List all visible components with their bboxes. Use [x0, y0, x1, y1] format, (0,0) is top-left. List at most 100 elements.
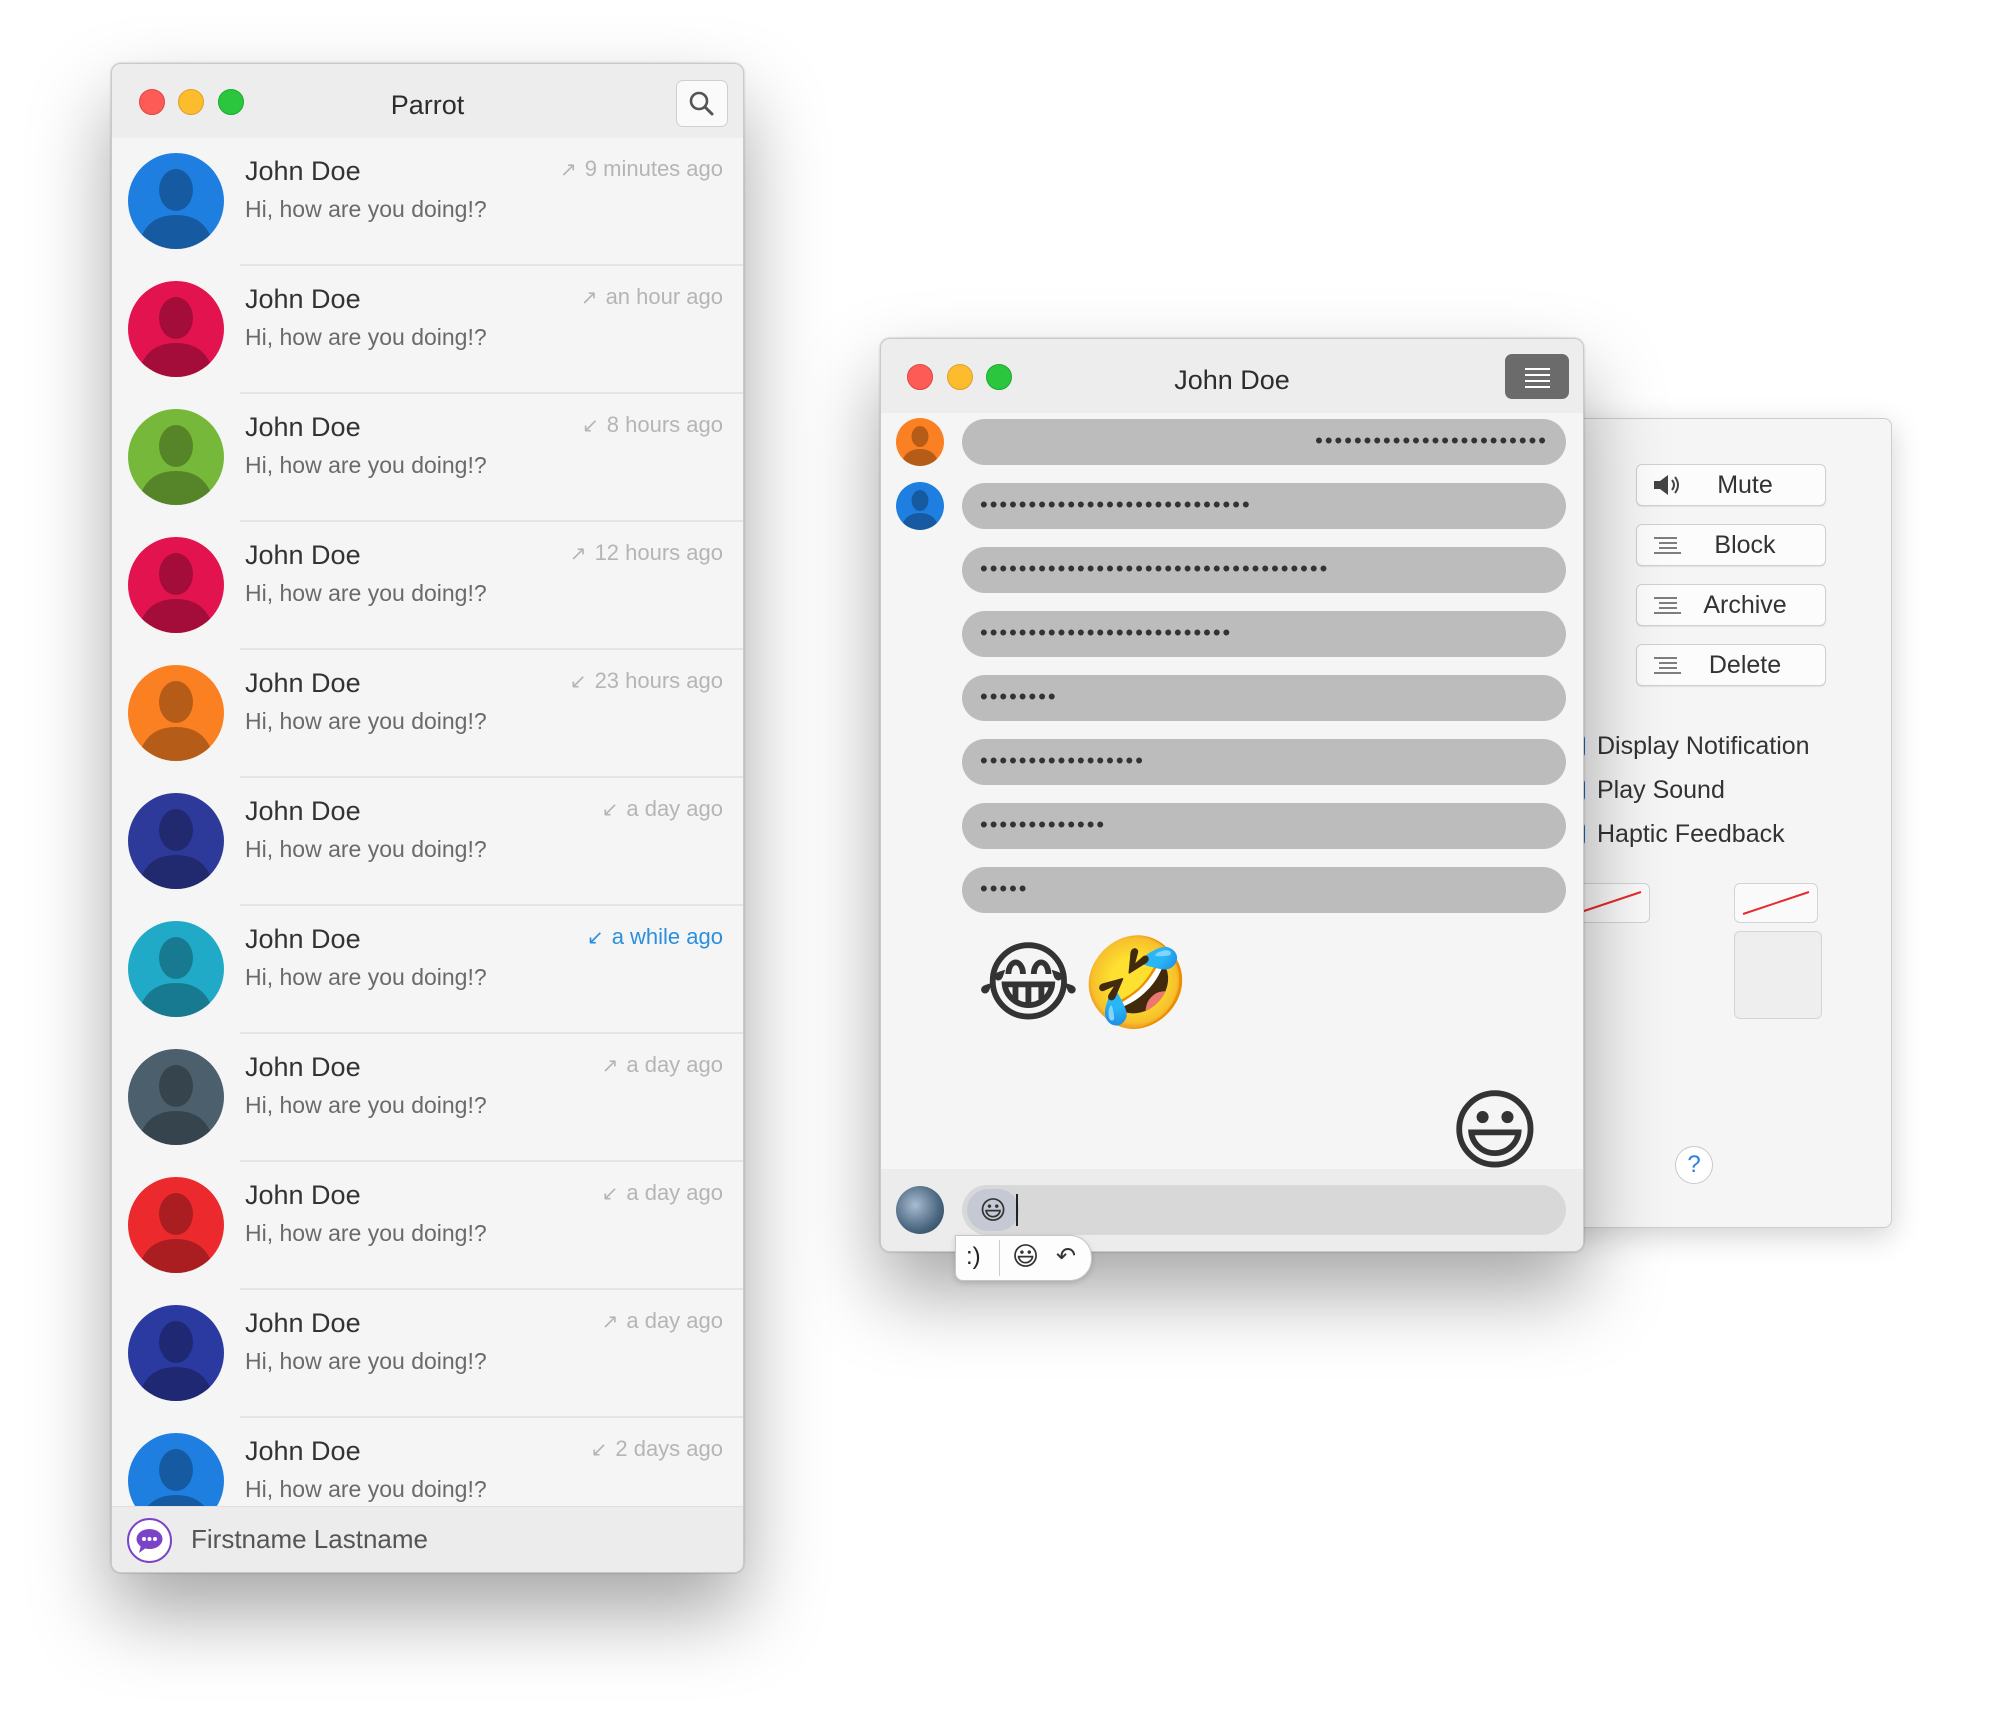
- checkbox-label: Play Sound: [1597, 776, 1725, 804]
- direction-arrow-icon: ↙: [590, 1439, 608, 1461]
- button-label: Delete: [1708, 651, 1782, 679]
- contact-name: John Doe: [245, 1180, 361, 1210]
- hidden-message-text: ••••••••: [980, 684, 1058, 709]
- color-well-2[interactable]: [1734, 883, 1818, 923]
- contact-name: John Doe: [245, 924, 361, 954]
- conversation-row[interactable]: John Doe Hi, how are you doing!? ↗ an hour …: [112, 266, 743, 394]
- timestamp-text: a day ago: [626, 796, 723, 821]
- conversation-settings-panel: Mute Block Archive Delete Display Notificat…: [1550, 418, 1892, 1228]
- message-bubble[interactable]: ••••••••••••••••••••••••: [962, 419, 1566, 465]
- conversation-row[interactable]: John Doe Hi, how are you doing!? ↙ a day ag…: [112, 778, 743, 906]
- conversation-row[interactable]: John Doe Hi, how are you doing!? ↗ a day ag…: [112, 1290, 743, 1418]
- message-bubble[interactable]: ••••••••: [962, 675, 1566, 721]
- avatar: [128, 793, 224, 889]
- avatar: [128, 409, 224, 505]
- timestamp: ↗ an hour ago: [581, 284, 723, 310]
- direction-arrow-icon: ↙: [569, 671, 587, 693]
- timestamp: ↙ 2 days ago: [591, 1436, 723, 1462]
- timestamp: ↗ a day ago: [602, 1308, 723, 1334]
- mute-button[interactable]: Mute: [1636, 464, 1826, 506]
- contact-name: John Doe: [245, 796, 361, 826]
- input-emoji-token: 😃: [967, 1189, 1019, 1231]
- contact-name: John Doe: [245, 540, 361, 570]
- timestamp: ↗ 12 hours ago: [570, 540, 723, 566]
- timestamp: ↙ a day ago: [602, 796, 723, 822]
- image-well[interactable]: [1734, 931, 1822, 1019]
- contact-name: John Doe: [245, 1308, 361, 1338]
- timestamp: ↙ 23 hours ago: [570, 668, 723, 694]
- conversation-row[interactable]: John Doe Hi, how are you doing!? ↙ 23 hours…: [112, 650, 743, 778]
- search-button[interactable]: [676, 80, 728, 127]
- message-input[interactable]: 😃: [962, 1185, 1566, 1235]
- text-caret: [1016, 1194, 1018, 1226]
- contact-name: John Doe: [245, 284, 361, 314]
- conversation-row[interactable]: John Doe Hi, how are you doing!? ↙ a while …: [112, 906, 743, 1034]
- message-bubble[interactable]: •••••: [962, 867, 1566, 913]
- direction-arrow-icon: ↙: [586, 927, 604, 949]
- message-preview: Hi, how are you doing!?: [245, 1476, 487, 1502]
- message-bubble[interactable]: ••••••••••••••••••••••••••••: [962, 483, 1566, 529]
- message-preview: Hi, how are you doing!?: [245, 708, 487, 734]
- timestamp-text: a day ago: [626, 1308, 723, 1333]
- menu-button[interactable]: [1505, 354, 1569, 399]
- avatar: [128, 537, 224, 633]
- conversation-row[interactable]: John Doe Hi, how are you doing!? ↗ 12 hours…: [112, 522, 743, 650]
- message-preview: Hi, how are you doing!?: [245, 1348, 487, 1374]
- undo-icon[interactable]: ↶: [1056, 1242, 1076, 1271]
- conversation-row[interactable]: John Doe Hi, how are you doing!? ↙ 8 hours …: [112, 394, 743, 522]
- list-titlebar: Parrot: [112, 64, 743, 138]
- timestamp: ↗ a day ago: [602, 1052, 723, 1078]
- help-button[interactable]: ?: [1675, 1146, 1713, 1184]
- avatar: [128, 153, 224, 249]
- timestamp: ↙ a day ago: [602, 1180, 723, 1206]
- direction-arrow-icon: ↙: [601, 1183, 619, 1205]
- direction-arrow-icon: ↗: [560, 159, 577, 181]
- button-label: Mute: [1717, 471, 1773, 499]
- conversation-row[interactable]: John Doe Hi, how are you doing!? ↗ a day ag…: [112, 1034, 743, 1162]
- sender-avatar: [896, 418, 944, 466]
- conversation-row[interactable]: John Doe Hi, how are you doing!? ↙ a day ag…: [112, 1162, 743, 1290]
- chat-titlebar: John Doe: [881, 339, 1583, 413]
- hidden-message-text: ••••••••••••••••••••••••••: [980, 620, 1233, 645]
- archive-button[interactable]: Archive: [1636, 584, 1826, 626]
- delete-button[interactable]: Delete: [1636, 644, 1826, 686]
- hidden-message-text: ••••••••••••••••••••••••: [1315, 428, 1548, 453]
- account-footer[interactable]: Firstname Lastname: [112, 1506, 743, 1572]
- emoji-message: 😂: [977, 931, 1080, 1034]
- button-label: Archive: [1703, 591, 1787, 619]
- original-text[interactable]: :): [966, 1243, 981, 1271]
- avatar: [896, 1186, 944, 1234]
- timestamp-text: 23 hours ago: [594, 668, 723, 693]
- emoji-message: 😃: [1449, 1079, 1541, 1182]
- avatar: [128, 281, 224, 377]
- avatar: [128, 921, 224, 1017]
- message-preview: Hi, how are you doing!?: [245, 1092, 487, 1118]
- timestamp-text: a day ago: [626, 1052, 723, 1077]
- message-bubble[interactable]: ••••••••••••••••••••••••••••••••••••: [962, 547, 1566, 593]
- message-bubble[interactable]: •••••••••••••: [962, 803, 1566, 849]
- timestamp-text: an hour ago: [605, 284, 723, 309]
- checkbox-label: Haptic Feedback: [1597, 820, 1785, 848]
- timestamp: ↙ 8 hours ago: [582, 412, 723, 438]
- hidden-message-text: ••••••••••••••••••••••••••••••••••••: [980, 556, 1330, 581]
- message-bubble[interactable]: ••••••••••••••••••••••••••: [962, 611, 1566, 657]
- emoji-suggestion[interactable]: 😃: [1012, 1241, 1039, 1272]
- avatar: [128, 1177, 224, 1273]
- avatar: [128, 1305, 224, 1401]
- block-button[interactable]: Block: [1636, 524, 1826, 566]
- direction-arrow-icon: ↗: [601, 1311, 619, 1333]
- conversation-row[interactable]: John Doe Hi, how are you doing!? ↗ 9 minute…: [112, 138, 743, 266]
- emoji-message: 🤣: [1081, 931, 1191, 1034]
- chat-bubble-icon: [127, 1518, 172, 1563]
- conversation-list-window: Parrot John Doe Hi, how are you doing!? ↗ 9…: [111, 63, 744, 1573]
- emoji-replacement-popover[interactable]: :) 😃 ↶: [955, 1235, 1092, 1281]
- timestamp-text: a day ago: [626, 1180, 723, 1205]
- timestamp: ↗ 9 minutes ago: [560, 156, 723, 182]
- no-color-icon: [1742, 891, 1810, 915]
- contact-name: John Doe: [245, 1436, 361, 1466]
- message-bubble[interactable]: •••••••••••••••••: [962, 739, 1566, 785]
- contact-name: John Doe: [245, 412, 361, 442]
- contact-name: John Doe: [245, 156, 361, 186]
- timestamp-text: 2 days ago: [615, 1436, 723, 1461]
- direction-arrow-icon: ↗: [601, 1055, 619, 1077]
